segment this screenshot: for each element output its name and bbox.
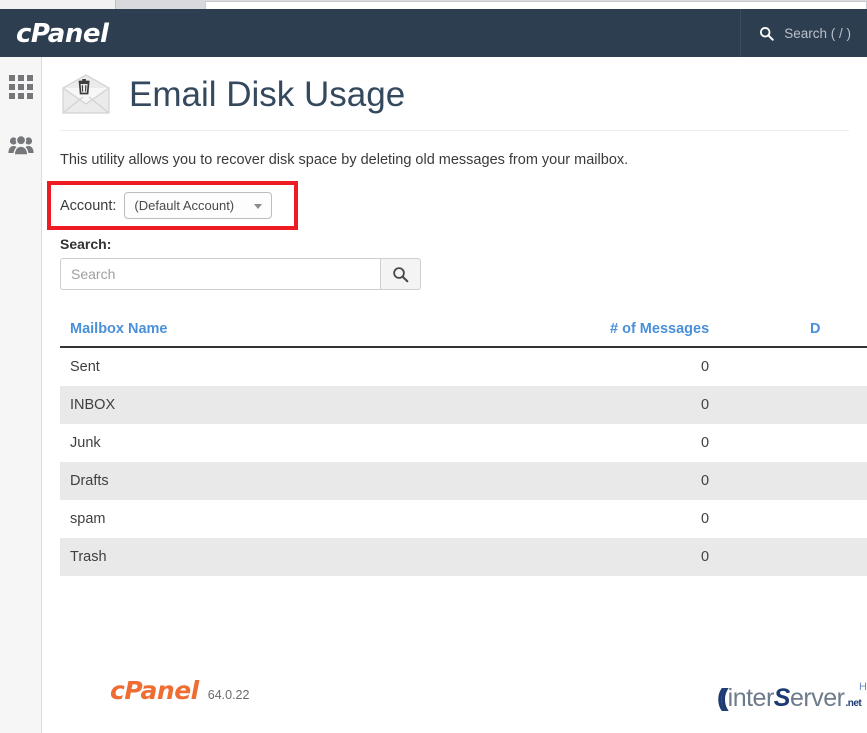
cell-name: INBOX <box>60 386 600 424</box>
browser-tab[interactable] <box>0 0 116 9</box>
mailbox-table: Mailbox Name # of Messages D Sent0INBOX0… <box>60 317 867 576</box>
footer: cPanel 64.0.22 H ((interServer.net <box>60 669 867 719</box>
page-title: Email Disk Usage <box>129 77 405 112</box>
interserver-s: S <box>774 684 790 712</box>
table-header-row: Mailbox Name # of Messages D <box>60 317 867 347</box>
cell-count: 0 <box>600 424 800 462</box>
search-label: Search: <box>60 236 867 252</box>
table-row[interactable]: Trash0 <box>60 538 867 576</box>
column-header-disk-usage[interactable]: D <box>800 317 867 347</box>
sidebar-item-user-manager[interactable] <box>0 123 41 167</box>
cell-count: 0 <box>600 347 800 386</box>
account-selector-zone: Account: (Default Account) <box>42 181 867 235</box>
main-content: Email Disk Usage This utility allows you… <box>42 57 867 733</box>
interserver-erver: erver <box>790 684 844 712</box>
app-header: cPanel Search ( / ) <box>0 9 867 57</box>
account-label: Account: <box>60 198 116 214</box>
cpanel-wordmark: cPanel <box>110 676 199 705</box>
footer-cpanel-logo: cPanel 64.0.22 <box>110 676 249 705</box>
envelope-trash-icon <box>60 73 112 115</box>
page-header: Email Disk Usage <box>42 57 867 119</box>
cell-count: 0 <box>600 386 800 424</box>
cell-name: Drafts <box>60 462 600 500</box>
cell-disk <box>800 424 867 462</box>
cpanel-version: 64.0.22 <box>208 688 250 702</box>
page-description: This utility allows you to recover disk … <box>60 152 867 168</box>
cell-count: 0 <box>600 462 800 500</box>
search-icon <box>759 26 774 41</box>
column-header-mailbox-name[interactable]: Mailbox Name <box>60 317 600 347</box>
interserver-wordmark: ((interServer.net <box>717 684 861 713</box>
cell-name: Sent <box>60 347 600 386</box>
search-input[interactable] <box>60 258 380 290</box>
column-header-message-count[interactable]: # of Messages <box>600 317 800 347</box>
grid-icon <box>9 75 33 99</box>
header-search-label: Search ( / ) <box>784 26 851 41</box>
header-search-button[interactable]: Search ( / ) <box>740 9 851 57</box>
cell-disk <box>800 386 867 424</box>
sidebar-item-apps[interactable] <box>0 65 41 109</box>
chevron-down-icon <box>254 204 262 209</box>
table-row[interactable]: Sent0 <box>60 347 867 386</box>
account-select[interactable]: (Default Account) <box>124 192 272 219</box>
mailbox-table-body: Sent0INBOX0Junk0Drafts0spam0Trash0 <box>60 347 867 576</box>
interserver-inter: inter <box>728 684 774 712</box>
table-row[interactable]: Junk0 <box>60 424 867 462</box>
cell-count: 0 <box>600 538 800 576</box>
cell-disk <box>800 347 867 386</box>
cell-name: spam <box>60 500 600 538</box>
interserver-tld: .net <box>845 698 861 709</box>
account-row: Account: (Default Account) <box>60 192 272 219</box>
interserver-logo: H ((interServer.net <box>717 681 867 719</box>
cell-name: Junk <box>60 424 600 462</box>
search-block: Search: <box>60 236 867 290</box>
cpanel-logo[interactable]: cPanel <box>16 19 108 49</box>
cell-disk <box>800 462 867 500</box>
sidebar <box>0 57 42 733</box>
title-divider <box>60 130 849 131</box>
browser-chrome <box>0 0 867 9</box>
search-submit-button[interactable] <box>380 258 421 290</box>
users-icon <box>8 134 34 156</box>
cell-count: 0 <box>600 500 800 538</box>
cell-disk <box>800 538 867 576</box>
table-row[interactable]: Drafts0 <box>60 462 867 500</box>
browser-address-bar[interactable] <box>205 1 867 9</box>
interserver-arcs-icon: (( <box>717 684 724 712</box>
table-row[interactable]: INBOX0 <box>60 386 867 424</box>
account-select-value: (Default Account) <box>125 198 234 213</box>
cell-disk <box>800 500 867 538</box>
table-row[interactable]: spam0 <box>60 500 867 538</box>
search-group <box>60 258 421 290</box>
search-icon <box>392 266 409 283</box>
cell-name: Trash <box>60 538 600 576</box>
